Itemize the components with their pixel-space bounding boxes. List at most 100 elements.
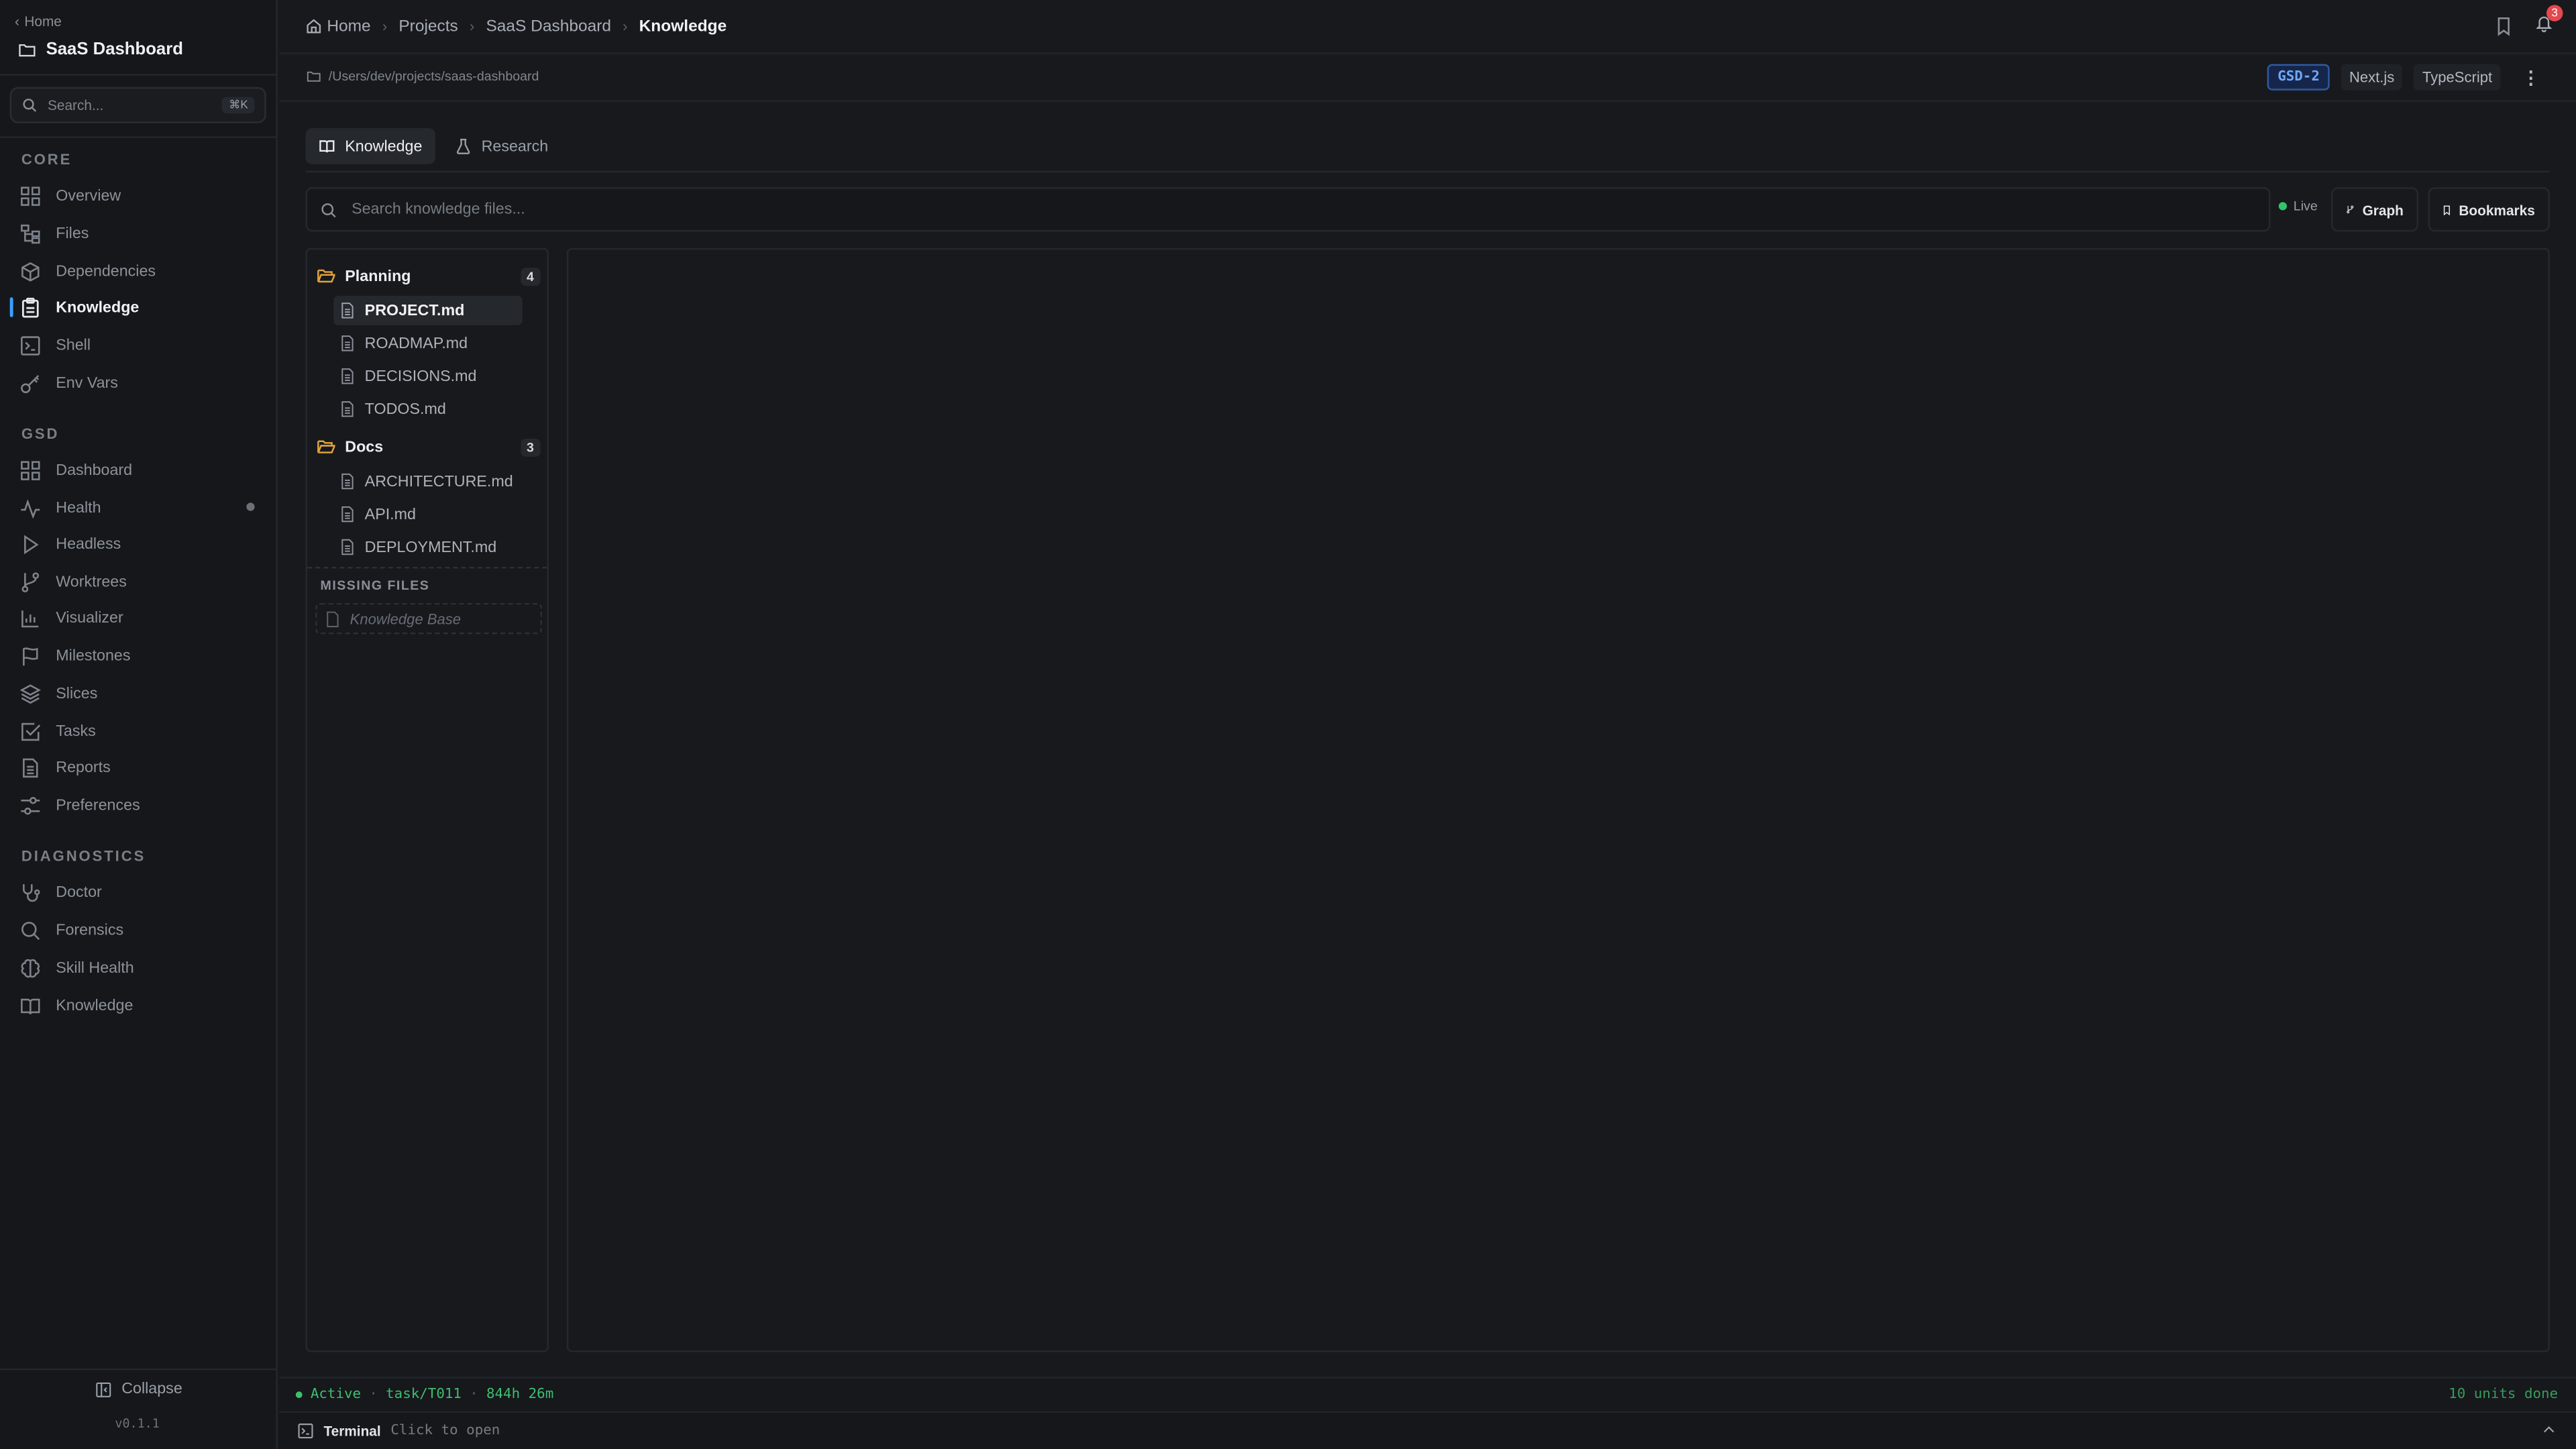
- file-text-icon: [341, 368, 354, 384]
- file-item-roadmap[interactable]: ROADMAP.md: [333, 329, 523, 358]
- file-text-icon: [341, 335, 354, 352]
- layers-icon: [19, 684, 41, 703]
- sidebar-item-label: Forensics: [56, 920, 124, 939]
- play-icon: [24, 534, 39, 553]
- bookmarks-button[interactable]: Bookmarks: [2428, 187, 2550, 232]
- project-path-text: /Users/dev/projects/saas-dashboard: [328, 68, 539, 84]
- breadcrumb-projects[interactable]: Projects: [398, 17, 458, 36]
- sidebar-item-forensics[interactable]: Forensics: [19, 914, 266, 947]
- chevron-up-icon[interactable]: [2542, 1423, 2557, 1438]
- sidebar-item-shell[interactable]: Shell: [19, 329, 266, 362]
- sidebar-item-health[interactable]: Health: [19, 491, 266, 524]
- sidebar-item-label: Env Vars: [56, 374, 118, 392]
- home-icon: [307, 19, 321, 34]
- sidebar-search-input[interactable]: Search... ⌘K: [9, 87, 266, 123]
- notifications-button[interactable]: 3: [2535, 5, 2563, 38]
- breadcrumb-home[interactable]: Home: [327, 17, 370, 36]
- folder-open-icon: [317, 269, 335, 283]
- sidebar-item-milestones[interactable]: Milestones: [19, 639, 266, 672]
- file-item-deployment[interactable]: DEPLOYMENT.md: [333, 532, 523, 561]
- sidebar-item-visualizer[interactable]: Visualizer: [19, 601, 266, 634]
- file-item-decisions[interactable]: DECISIONS.md: [333, 362, 523, 391]
- sidebar-item-slices[interactable]: Slices: [19, 677, 266, 710]
- sidebar-item-files[interactable]: Files: [19, 217, 266, 250]
- grid-icon: [21, 460, 40, 480]
- file-item-api[interactable]: API.md: [333, 499, 523, 529]
- breadcrumb-project[interactable]: SaaS Dashboard: [486, 17, 611, 36]
- folder-name: Planning: [345, 266, 411, 285]
- sidebar-item-dependencies[interactable]: Dependencies: [19, 255, 266, 288]
- folder-planning[interactable]: Planning 4: [317, 261, 541, 290]
- sidebar: ‹ Home SaaS Dashboard Search... ⌘K CORE …: [0, 0, 278, 1449]
- sidebar-item-worktrees[interactable]: Worktrees: [19, 565, 266, 598]
- folder-icon: [307, 71, 321, 82]
- tab-research[interactable]: Research: [442, 128, 561, 164]
- sidebar-item-knowledge[interactable]: Knowledge: [19, 290, 266, 323]
- missing-file-item[interactable]: Knowledge Base: [315, 602, 543, 635]
- folder-name: Docs: [345, 437, 384, 456]
- file-name: PROJECT.md: [364, 301, 465, 320]
- sidebar-item-tasks[interactable]: Tasks: [19, 714, 266, 747]
- sidebar-item-env-vars[interactable]: Env Vars: [19, 366, 266, 399]
- folder-docs[interactable]: Docs 3: [317, 432, 541, 462]
- section-label-core: CORE: [21, 151, 72, 168]
- search-icon: [23, 99, 37, 112]
- bookmarks-label: Bookmarks: [2459, 201, 2535, 218]
- separator: ·: [369, 1386, 378, 1403]
- sidebar-item-skill-health[interactable]: Skill Health: [19, 951, 266, 984]
- knowledge-tabs: Knowledge Research: [305, 128, 561, 164]
- status-dot: [295, 1391, 303, 1399]
- file-item-project[interactable]: PROJECT.md: [333, 295, 523, 325]
- more-options-icon[interactable]: ⋮: [2512, 66, 2550, 88]
- sidebar-item-label: Shell: [56, 335, 91, 354]
- sidebar-item-dashboard[interactable]: Dashboard: [19, 453, 266, 486]
- sliders-icon: [21, 796, 40, 814]
- graph-button[interactable]: Graph: [2331, 187, 2418, 232]
- file-text-icon: [341, 539, 354, 555]
- sidebar-item-preferences[interactable]: Preferences: [19, 789, 266, 822]
- file-item-architecture[interactable]: ARCHITECTURE.md: [333, 467, 523, 496]
- search-placeholder: Search knowledge files...: [352, 200, 525, 219]
- divider: [0, 74, 278, 76]
- missing-files-divider: [307, 566, 547, 569]
- collapse-sidebar-button[interactable]: Collapse: [95, 1380, 182, 1398]
- gsd-version-badge: GSD-2: [2267, 64, 2330, 91]
- file-text-icon: [341, 506, 354, 523]
- status-state: Active: [310, 1386, 362, 1403]
- file-name: ARCHITECTURE.md: [364, 472, 513, 491]
- framework-badge: Next.js: [2341, 64, 2403, 91]
- sidebar-item-reports[interactable]: Reports: [19, 751, 266, 784]
- tab-knowledge[interactable]: Knowledge: [305, 128, 436, 164]
- terminal-toggle[interactable]: Terminal Click to open: [279, 1411, 2576, 1449]
- sidebar-item-label: Files: [56, 224, 89, 243]
- knowledge-file-tree: Planning 4 PROJECT.md ROADMAP.md DECISIO…: [305, 248, 549, 1352]
- bar-chart-icon: [21, 609, 39, 627]
- knowledge-search-input[interactable]: Search knowledge files...: [305, 187, 2271, 232]
- activity-icon: [21, 498, 40, 519]
- active-indicator: [9, 297, 13, 317]
- bookmark-icon[interactable]: [2496, 15, 2512, 36]
- sidebar-item-label: Preferences: [56, 796, 140, 814]
- sidebar-item-headless[interactable]: Headless: [19, 527, 266, 560]
- breadcrumb-current: Knowledge: [639, 17, 727, 36]
- stethoscope-icon: [23, 883, 40, 902]
- status-units-done: 10 units done: [2449, 1386, 2559, 1403]
- sidebar-item-knowledge-diag[interactable]: Knowledge: [19, 989, 266, 1022]
- sidebar-item-label: Knowledge: [56, 298, 140, 317]
- sidebar-item-label: Dependencies: [56, 262, 156, 280]
- section-label-gsd: GSD: [21, 425, 60, 442]
- file-item-todos[interactable]: TODOS.md: [333, 394, 523, 424]
- status-task: task/T011: [386, 1386, 462, 1403]
- live-indicator: Live: [2278, 199, 2318, 213]
- file-text-icon: [341, 473, 354, 490]
- sidebar-item-overview[interactable]: Overview: [19, 179, 266, 212]
- sidebar-item-doctor[interactable]: Doctor: [19, 875, 266, 908]
- brain-icon: [21, 958, 40, 977]
- back-home-label: Home: [24, 13, 62, 30]
- back-home-link[interactable]: ‹ Home: [15, 13, 62, 30]
- key-icon: [21, 374, 40, 392]
- version-label: v0.1.1: [115, 1416, 160, 1432]
- chevron-right-icon: ›: [382, 17, 388, 35]
- search-icon: [21, 920, 40, 939]
- grid-icon: [21, 186, 40, 205]
